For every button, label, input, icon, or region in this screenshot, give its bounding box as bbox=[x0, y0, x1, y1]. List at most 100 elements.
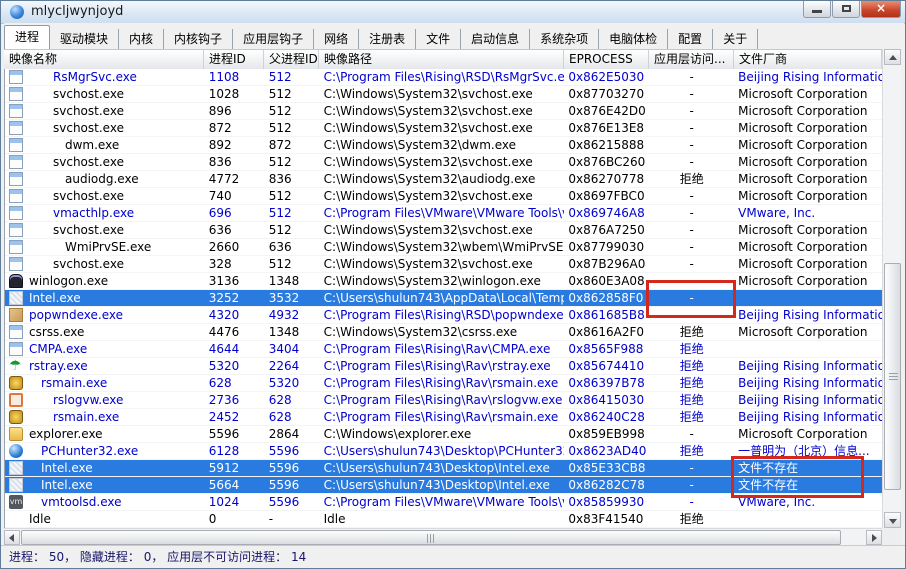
cell-eprocess: 0x8623AD40 bbox=[568, 444, 647, 458]
cell-vendor: Microsoft Corporation bbox=[738, 223, 868, 237]
process-row[interactable]: PCHunter32.exe 6128 5596 C:\Users\shulun743… bbox=[5, 443, 882, 460]
vertical-scrollbar[interactable] bbox=[882, 49, 901, 528]
cell-eprocess: 0x8565F988 bbox=[568, 342, 644, 356]
cell-ppid: 512 bbox=[268, 155, 292, 169]
maximize-button[interactable] bbox=[832, 1, 860, 18]
tab-file[interactable]: 文件 bbox=[416, 29, 462, 49]
process-row[interactable]: explorer.exe 5596 2864 C:\Windows\explorer.… bbox=[5, 426, 882, 443]
maximize-icon bbox=[842, 5, 851, 12]
app-window-icon bbox=[9, 257, 23, 271]
cell-pid: 0 bbox=[208, 512, 217, 526]
tab-process[interactable]: 进程 bbox=[4, 25, 51, 49]
process-row[interactable]: svchost.exe 740 512 C:\Windows\System32\svc… bbox=[5, 188, 882, 205]
cell-eprocess: 0x87703270 bbox=[568, 87, 645, 101]
column-header-3[interactable]: 映像路径 bbox=[319, 50, 564, 70]
cell-image-name: audiodg.exe bbox=[5, 171, 205, 187]
app-icon bbox=[10, 5, 24, 19]
column-header-4[interactable]: EPROCESS bbox=[564, 50, 649, 70]
cell-path: C:\Windows\System32\csrss.exe bbox=[323, 325, 518, 339]
tab-pc-checkup[interactable]: 电脑体检 bbox=[599, 29, 669, 49]
tab-startup-info[interactable]: 启动信息 bbox=[461, 29, 531, 49]
process-row[interactable]: svchost.exe 328 512 C:\Windows\System32\svc… bbox=[5, 256, 882, 273]
tab-registry[interactable]: 注册表 bbox=[359, 29, 417, 49]
scroll-up-button[interactable] bbox=[884, 49, 901, 65]
process-row[interactable]: rsmain.exe 628 5320 C:\Program Files\Rising… bbox=[5, 375, 882, 392]
tab-system-misc[interactable]: 系统杂项 bbox=[530, 29, 600, 49]
process-row[interactable]: svchost.exe 836 512 C:\Windows\System32\svc… bbox=[5, 154, 882, 171]
column-header-5[interactable]: 应用层访问... bbox=[649, 50, 734, 70]
close-button[interactable]: × bbox=[861, 1, 901, 18]
tab-app-layer-hook[interactable]: 应用层钩子 bbox=[233, 29, 315, 49]
scroll-right-button[interactable] bbox=[866, 530, 882, 545]
process-row[interactable]: Intel.exe 3252 3532 C:\Users\shulun743\AppD… bbox=[5, 290, 882, 307]
process-row[interactable]: CMPA.exe 4644 3404 C:\Program Files\Rising\… bbox=[5, 341, 882, 358]
process-row[interactable]: rsmain.exe 2452 628 C:\Program Files\Rising… bbox=[5, 409, 882, 426]
cell-path: C:\Windows\System32\svchost.exe bbox=[323, 223, 533, 237]
process-row[interactable]: svchost.exe 872 512 C:\Windows\System32\svc… bbox=[5, 120, 882, 137]
minimize-button[interactable] bbox=[803, 1, 831, 18]
process-row[interactable]: Intel.exe 5664 5596 C:\Users\shulun743\Desk… bbox=[5, 477, 882, 494]
tab-about[interactable]: 关于 bbox=[713, 29, 759, 49]
process-row[interactable]: vmacthlp.exe 696 512 C:\Program Files\VMwar… bbox=[5, 205, 882, 222]
cell-ppid: 512 bbox=[268, 206, 292, 220]
column-header-6[interactable]: 文件厂商 bbox=[734, 50, 882, 70]
tab-kernel-hook[interactable]: 内核钩子 bbox=[164, 29, 234, 49]
scroll-left-button[interactable] bbox=[4, 530, 20, 545]
process-row[interactable]: csrss.exe 4476 1348 C:\Windows\System32\csr… bbox=[5, 324, 882, 341]
cell-vendor: Beijing Rising Information T. bbox=[738, 376, 882, 390]
cell-ppid: 872 bbox=[268, 138, 292, 152]
tab-kernel[interactable]: 内核 bbox=[119, 29, 165, 49]
cell-access: - bbox=[689, 121, 694, 135]
process-row[interactable]: svchost.exe 896 512 C:\Windows\System32\svc… bbox=[5, 103, 882, 120]
app-window-icon bbox=[9, 87, 23, 101]
cell-eprocess: 0x8616A2F0 bbox=[568, 325, 645, 339]
column-header-1[interactable]: 进程ID bbox=[204, 50, 264, 70]
process-row[interactable]: WmiPrvSE.exe 2660 636 C:\Windows\System32\w… bbox=[5, 239, 882, 256]
process-row[interactable]: popwndexe.exe 4320 4932 C:\Program Files\Ri… bbox=[5, 307, 882, 324]
cell-path: C:\Users\shulun743\Desktop\PCHunter32.ex… bbox=[323, 444, 565, 458]
process-row[interactable]: Intel.exe 5912 5596 C:\Users\shulun743\Desk… bbox=[5, 460, 882, 477]
process-row[interactable]: Idle 0 - Idle 0x83F41540 拒绝 bbox=[5, 511, 882, 528]
cell-access: - bbox=[689, 189, 694, 203]
title-bar[interactable]: mlycljwynjoyd × bbox=[1, 1, 905, 24]
cell-access: - bbox=[689, 87, 694, 101]
cell-pid: 2736 bbox=[208, 393, 240, 407]
horizontal-scrollbar[interactable] bbox=[4, 528, 882, 545]
tab-config[interactable]: 配置 bbox=[668, 29, 714, 49]
tab-driver-module[interactable]: 驱动模块 bbox=[50, 29, 120, 49]
process-row[interactable]: RsMgrSvc.exe 1108 512 C:\Program Files\Risi… bbox=[5, 69, 882, 86]
cell-vendor: Beijing Rising Information T. bbox=[738, 308, 882, 322]
column-header-0[interactable]: 映像名称 bbox=[4, 50, 204, 70]
cell-image-name: rstray.exe bbox=[5, 358, 205, 374]
cell-eprocess: 0x85E33CB8 bbox=[568, 461, 646, 475]
scroll-down-button[interactable] bbox=[884, 512, 901, 528]
cell-pid: 696 bbox=[208, 206, 232, 220]
cell-eprocess: 0x862E5030 bbox=[568, 70, 645, 84]
cell-image-name: vmacthlp.exe bbox=[5, 205, 205, 221]
column-header-2[interactable]: 父进程ID bbox=[264, 50, 319, 70]
vertical-scroll-thumb[interactable] bbox=[884, 263, 901, 490]
cell-eprocess: 0x86415030 bbox=[568, 393, 645, 407]
process-row[interactable]: svchost.exe 1028 512 C:\Windows\System32\sv… bbox=[5, 86, 882, 103]
horizontal-scroll-thumb[interactable] bbox=[21, 530, 841, 545]
process-row[interactable]: svchost.exe 636 512 C:\Windows\System32\svc… bbox=[5, 222, 882, 239]
cell-ppid: - bbox=[268, 512, 274, 526]
cell-access: - bbox=[689, 206, 694, 220]
cell-pid: 4644 bbox=[208, 342, 240, 356]
cell-path: C:\Windows\System32\dwm.exe bbox=[323, 138, 516, 152]
tab-network[interactable]: 网络 bbox=[314, 29, 360, 49]
cell-path: C:\Windows\System32\svchost.exe bbox=[323, 189, 533, 203]
cell-eprocess: 0x86240C28 bbox=[568, 410, 645, 424]
process-row[interactable]: dwm.exe 892 872 C:\Windows\System32\dwm.exe… bbox=[5, 137, 882, 154]
cell-path: C:\Program Files\Rising\Rav\rstray.exe bbox=[323, 359, 551, 373]
process-row[interactable]: rslogvw.exe 2736 628 C:\Program Files\Risin… bbox=[5, 392, 882, 409]
cell-ppid: 512 bbox=[268, 70, 292, 84]
process-row[interactable]: rstray.exe5320 2264 C:\Program Files\Risin… bbox=[5, 358, 882, 375]
process-row[interactable]: winlogon.exe 3136 1348 C:\Windows\System32\… bbox=[5, 273, 882, 290]
cell-pid: 2660 bbox=[208, 240, 240, 254]
cell-eprocess: 0x86215888 bbox=[568, 138, 645, 152]
process-row[interactable]: audiodg.exe 4772 836 C:\Windows\System32\au… bbox=[5, 171, 882, 188]
process-row[interactable]: vmtoolsd.exe1024 5596 C:\Program Files\VMw… bbox=[5, 494, 882, 511]
cell-image-name: rsmain.exe bbox=[5, 375, 205, 391]
cell-vendor: Beijing Rising Information T. bbox=[738, 410, 882, 424]
